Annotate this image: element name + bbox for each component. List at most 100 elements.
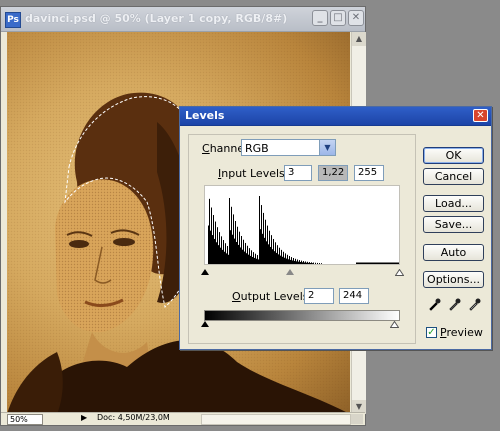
- histogram-bar: [212, 235, 213, 264]
- load-button[interactable]: Load...: [423, 195, 484, 212]
- histogram-bar: [388, 262, 389, 264]
- horizontal-scrollbar[interactable]: [201, 414, 351, 425]
- histogram-bar: [259, 196, 260, 264]
- histogram-bar: [397, 262, 398, 264]
- options-button[interactable]: Options...: [423, 271, 484, 288]
- histogram-bar: [286, 258, 287, 264]
- histogram-bar: [278, 254, 279, 264]
- status-menu-arrow-icon[interactable]: ▶: [81, 413, 87, 422]
- histogram-bar: [275, 242, 276, 264]
- histogram-bar: [296, 261, 297, 264]
- preview-checkbox[interactable]: ✓: [426, 327, 437, 338]
- histogram-bar: [213, 215, 214, 264]
- histogram-bar: [223, 240, 224, 264]
- histogram-bar: [230, 230, 231, 264]
- histogram-bar: [375, 262, 376, 264]
- output-white-field[interactable]: 244: [339, 288, 369, 304]
- histogram-bar: [298, 261, 299, 264]
- histogram-bar: [305, 261, 306, 264]
- scroll-up-arrow[interactable]: ▲: [352, 32, 366, 46]
- input-levels-label: Input Levels:: [218, 167, 289, 180]
- gray-eyedropper-icon[interactable]: [447, 297, 462, 312]
- histogram-bar: [265, 219, 266, 264]
- histogram-bar: [248, 254, 249, 264]
- histogram-bar: [267, 225, 268, 264]
- histogram-bar: [386, 262, 387, 264]
- histogram-bar: [321, 263, 322, 264]
- output-levels-label: Output Levels:: [232, 290, 313, 303]
- input-slider-track[interactable]: [201, 269, 404, 276]
- histogram-bar: [309, 262, 310, 264]
- histogram-bar: [391, 262, 392, 264]
- histogram-bar: [281, 249, 282, 264]
- input-black-field[interactable]: 3: [284, 165, 312, 181]
- histogram-bar: [369, 262, 370, 264]
- histogram-bar: [227, 245, 228, 264]
- document-titlebar[interactable]: Ps davinci.psd @ 50% (Layer 1 copy, RGB/…: [1, 7, 365, 32]
- output-slider-track[interactable]: [201, 321, 400, 328]
- histogram-bar: [311, 262, 312, 264]
- histogram-bar: [285, 253, 286, 264]
- histogram-bar: [236, 241, 237, 264]
- histogram-bar: [245, 242, 246, 264]
- histogram-bar: [263, 212, 264, 264]
- histogram-bar: [398, 262, 399, 264]
- black-eyedropper-icon[interactable]: [427, 297, 442, 312]
- histogram-bar: [219, 232, 220, 264]
- levels-close-button[interactable]: ✕: [473, 109, 488, 122]
- histogram-bar: [260, 229, 261, 264]
- auto-button[interactable]: Auto: [423, 244, 484, 261]
- histogram-bar: [269, 230, 270, 264]
- histogram-bar: [304, 262, 305, 264]
- input-gamma-handle[interactable]: [286, 269, 294, 275]
- histogram-bar: [396, 262, 397, 264]
- histogram-bar: [221, 236, 222, 264]
- histogram-bar: [364, 262, 365, 264]
- histogram-bar: [301, 260, 302, 264]
- histogram-bar: [257, 255, 258, 264]
- histogram-bar: [237, 226, 238, 264]
- output-black-field[interactable]: 2: [304, 288, 334, 304]
- histogram-bar: [239, 231, 240, 264]
- histogram-bar: [220, 247, 221, 264]
- histogram-bar: [250, 255, 251, 264]
- preview-label: Preview: [440, 326, 483, 339]
- histogram-bar: [224, 251, 225, 264]
- histogram-bar: [217, 227, 218, 264]
- histogram-bar: [271, 235, 272, 264]
- histogram-bar: [394, 262, 395, 264]
- output-black-handle[interactable]: [201, 321, 209, 327]
- zoom-field[interactable]: 50%: [7, 414, 43, 425]
- histogram-bar: [387, 262, 388, 264]
- histogram-bar: [276, 252, 277, 264]
- minimize-button[interactable]: _: [312, 10, 328, 26]
- histogram-bar: [249, 248, 250, 264]
- input-black-handle[interactable]: [201, 269, 209, 275]
- close-window-button[interactable]: ✕: [348, 10, 364, 26]
- histogram-bar: [232, 234, 233, 264]
- histogram-bar: [216, 242, 217, 264]
- histogram-bar: [289, 256, 290, 264]
- resize-grip[interactable]: [351, 414, 363, 424]
- cancel-button[interactable]: Cancel: [423, 168, 484, 185]
- histogram-bar: [251, 250, 252, 264]
- white-eyedropper-icon[interactable]: [467, 297, 482, 312]
- save-button[interactable]: Save...: [423, 216, 484, 233]
- histogram-bar: [392, 262, 393, 264]
- channel-select[interactable]: RGB ▼: [241, 139, 336, 156]
- histogram-bar: [256, 258, 257, 264]
- histogram-bar: [282, 256, 283, 264]
- histogram-bars: [208, 196, 399, 264]
- ok-button[interactable]: OK: [423, 147, 484, 164]
- input-white-handle[interactable]: [395, 269, 404, 276]
- histogram-bar: [366, 262, 367, 264]
- input-white-field[interactable]: 255: [354, 165, 384, 181]
- levels-titlebar[interactable]: Levels ✕: [180, 107, 491, 126]
- histogram-bar: [374, 262, 375, 264]
- chevron-down-icon[interactable]: ▼: [319, 140, 335, 155]
- output-white-handle[interactable]: [390, 321, 399, 328]
- maximize-button[interactable]: □: [330, 10, 346, 26]
- histogram-bar: [273, 238, 274, 264]
- input-gamma-field[interactable]: 1,22: [318, 165, 348, 181]
- histogram-bar: [376, 262, 377, 264]
